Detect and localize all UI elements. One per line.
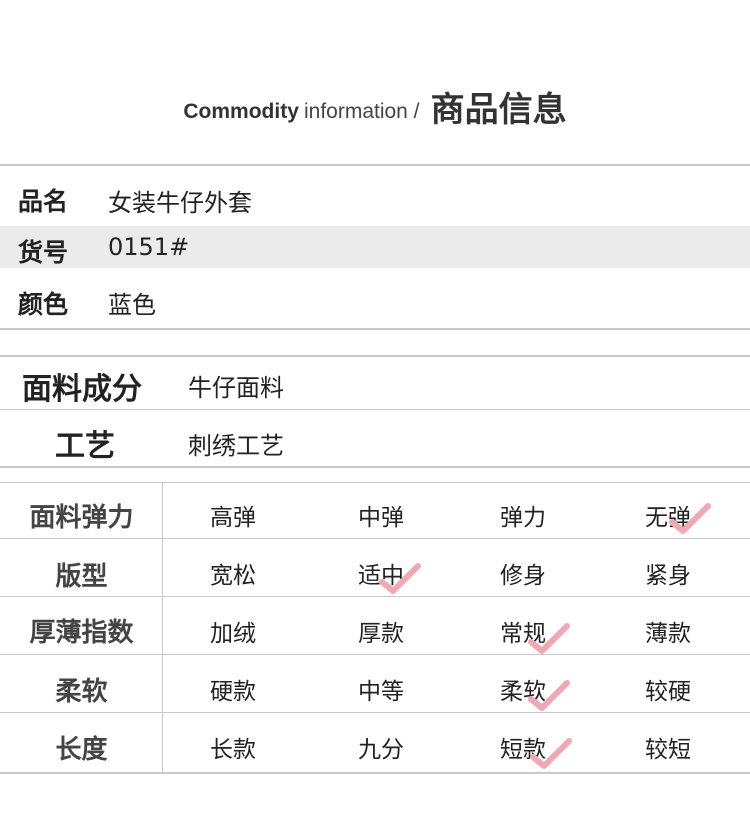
- table-row-divider: [0, 712, 750, 713]
- option-thick: 厚款: [358, 621, 404, 647]
- option-slim: 修身: [500, 563, 546, 589]
- option-tight: 紧身: [645, 563, 691, 589]
- divider: [0, 164, 750, 166]
- checkmark-icon: [528, 680, 570, 711]
- attr-label-thickness: 厚薄指数: [29, 618, 134, 648]
- info-value-color: 蓝色: [108, 291, 156, 319]
- table-border-bottom: [0, 772, 750, 774]
- option-thin: 薄款: [645, 621, 691, 647]
- divider: [0, 328, 750, 330]
- page-title: Commodity information / 商品信息: [0, 82, 750, 131]
- option-long: 长款: [210, 737, 256, 763]
- option-hard: 硬款: [210, 679, 256, 705]
- table-row-divider: [0, 654, 750, 655]
- divider: [0, 409, 750, 410]
- checkmark-icon: [379, 563, 421, 594]
- title-en-bold: Commodity: [183, 100, 299, 123]
- attr-label-fit: 版型: [55, 562, 108, 592]
- option-fairly-short: 较短: [645, 737, 691, 763]
- info-label-color: 颜色: [18, 290, 69, 319]
- option-high-stretch: 高弹: [210, 505, 256, 531]
- info-label-sku: 货号: [18, 238, 69, 267]
- attr-label-softness: 柔软: [55, 677, 108, 707]
- craft-label: 工艺: [55, 429, 115, 464]
- divider: [0, 355, 750, 357]
- option-medium: 中等: [358, 679, 404, 705]
- title-en-light: information /: [303, 100, 420, 123]
- table-row-divider: [0, 538, 750, 539]
- info-value-name: 女装牛仔外套: [108, 189, 252, 217]
- title-cn: 商品信息: [430, 90, 567, 130]
- checkmark-icon: [669, 503, 711, 534]
- option-fairly-hard: 较硬: [645, 679, 691, 705]
- option-fleece: 加绒: [210, 621, 256, 647]
- material-value: 牛仔面料: [188, 374, 284, 402]
- checkmark-icon: [528, 623, 570, 654]
- info-value-sku: 0151#: [108, 233, 190, 261]
- craft-value: 刺绣工艺: [188, 432, 284, 460]
- option-medium-stretch: 中弹: [358, 505, 404, 531]
- option-stretch: 弹力: [500, 505, 546, 531]
- option-nine-tenths: 九分: [358, 737, 404, 763]
- info-label-name: 品名: [18, 187, 69, 216]
- option-loose: 宽松: [210, 563, 256, 589]
- table-row-divider: [0, 596, 750, 597]
- checkmark-icon: [530, 738, 572, 769]
- attr-label-length: 长度: [55, 735, 108, 765]
- divider: [0, 466, 750, 468]
- attr-label-elasticity: 面料弹力: [29, 503, 134, 533]
- table-border-top: [0, 482, 750, 483]
- material-label: 面料成分: [22, 372, 142, 407]
